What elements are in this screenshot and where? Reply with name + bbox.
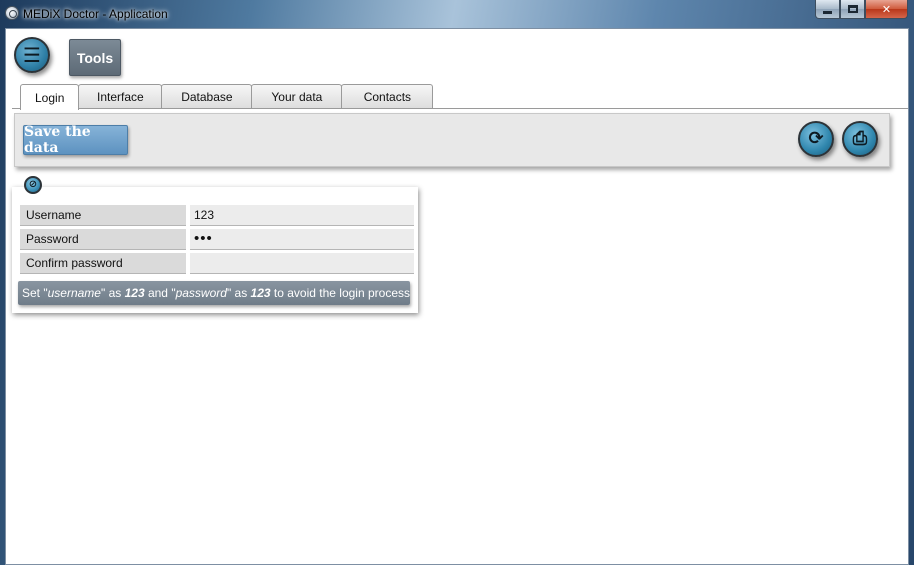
tab-database[interactable]: Database (161, 84, 253, 109)
main-menu-button[interactable]: ☰ (14, 37, 50, 73)
tools-button[interactable]: Tools (69, 39, 121, 76)
username-field[interactable]: 123 (190, 205, 414, 226)
hint-password-word: password (175, 286, 227, 300)
minimize-icon (823, 10, 832, 14)
login-settings-panel: Username 123 Password ••• Confirm passwo… (12, 187, 418, 313)
application-client-area: ☰ Tools Login Interface Database Your da… (5, 28, 909, 565)
action-toolbar: Save the data ⟳ ⎙ (14, 113, 890, 167)
tab-strip-divider (12, 108, 908, 109)
tab-your-data[interactable]: Your data (251, 84, 343, 109)
save-data-button[interactable]: Save the data (23, 124, 128, 156)
password-row: Password ••• (20, 229, 414, 250)
hamburger-menu-icon: ☰ (23, 43, 41, 67)
username-label: Username (20, 205, 186, 226)
settings-tabs: Login Interface Database Your data Conta… (20, 84, 434, 110)
hint-value: 123 (250, 286, 271, 300)
print-button[interactable]: ⎙ (842, 121, 878, 157)
window-title-bar: MEDiX Doctor - Application ✕ (0, 0, 914, 28)
hint-text: to avoid the login process (270, 286, 410, 300)
tab-login[interactable]: Login (20, 84, 80, 110)
hint-value: 123 (124, 286, 145, 300)
confirm-password-field[interactable] (190, 253, 414, 274)
hint-text: " as (226, 286, 251, 300)
refresh-icon: ⟳ (808, 128, 824, 149)
close-button[interactable]: ✕ (865, 0, 908, 19)
username-row: Username 123 (20, 205, 414, 226)
maximize-icon (847, 5, 858, 13)
maximize-button[interactable] (840, 0, 865, 19)
password-label: Password (20, 229, 186, 250)
hint-text: and " (144, 286, 176, 300)
confirm-password-row: Confirm password (20, 253, 414, 274)
window-controls: ✕ (815, 0, 908, 19)
minimize-button[interactable] (815, 0, 840, 19)
refresh-button[interactable]: ⟳ (798, 121, 834, 157)
hint-username-word: username (47, 286, 101, 300)
password-field[interactable]: ••• (190, 229, 414, 250)
login-hint: Set "username" as 123 and "password" as … (18, 281, 410, 305)
info-icon[interactable]: ⊘ (24, 176, 42, 194)
hint-text: " as (100, 286, 125, 300)
tab-interface[interactable]: Interface (78, 84, 163, 109)
confirm-password-label: Confirm password (20, 253, 186, 274)
window-title: MEDiX Doctor - Application (23, 7, 168, 21)
close-icon: ✕ (881, 2, 892, 16)
medix-app-icon (5, 6, 19, 20)
print-icon: ⎙ (852, 128, 868, 149)
hint-text: Set " (22, 286, 48, 300)
tab-contacts[interactable]: Contacts (341, 84, 434, 109)
